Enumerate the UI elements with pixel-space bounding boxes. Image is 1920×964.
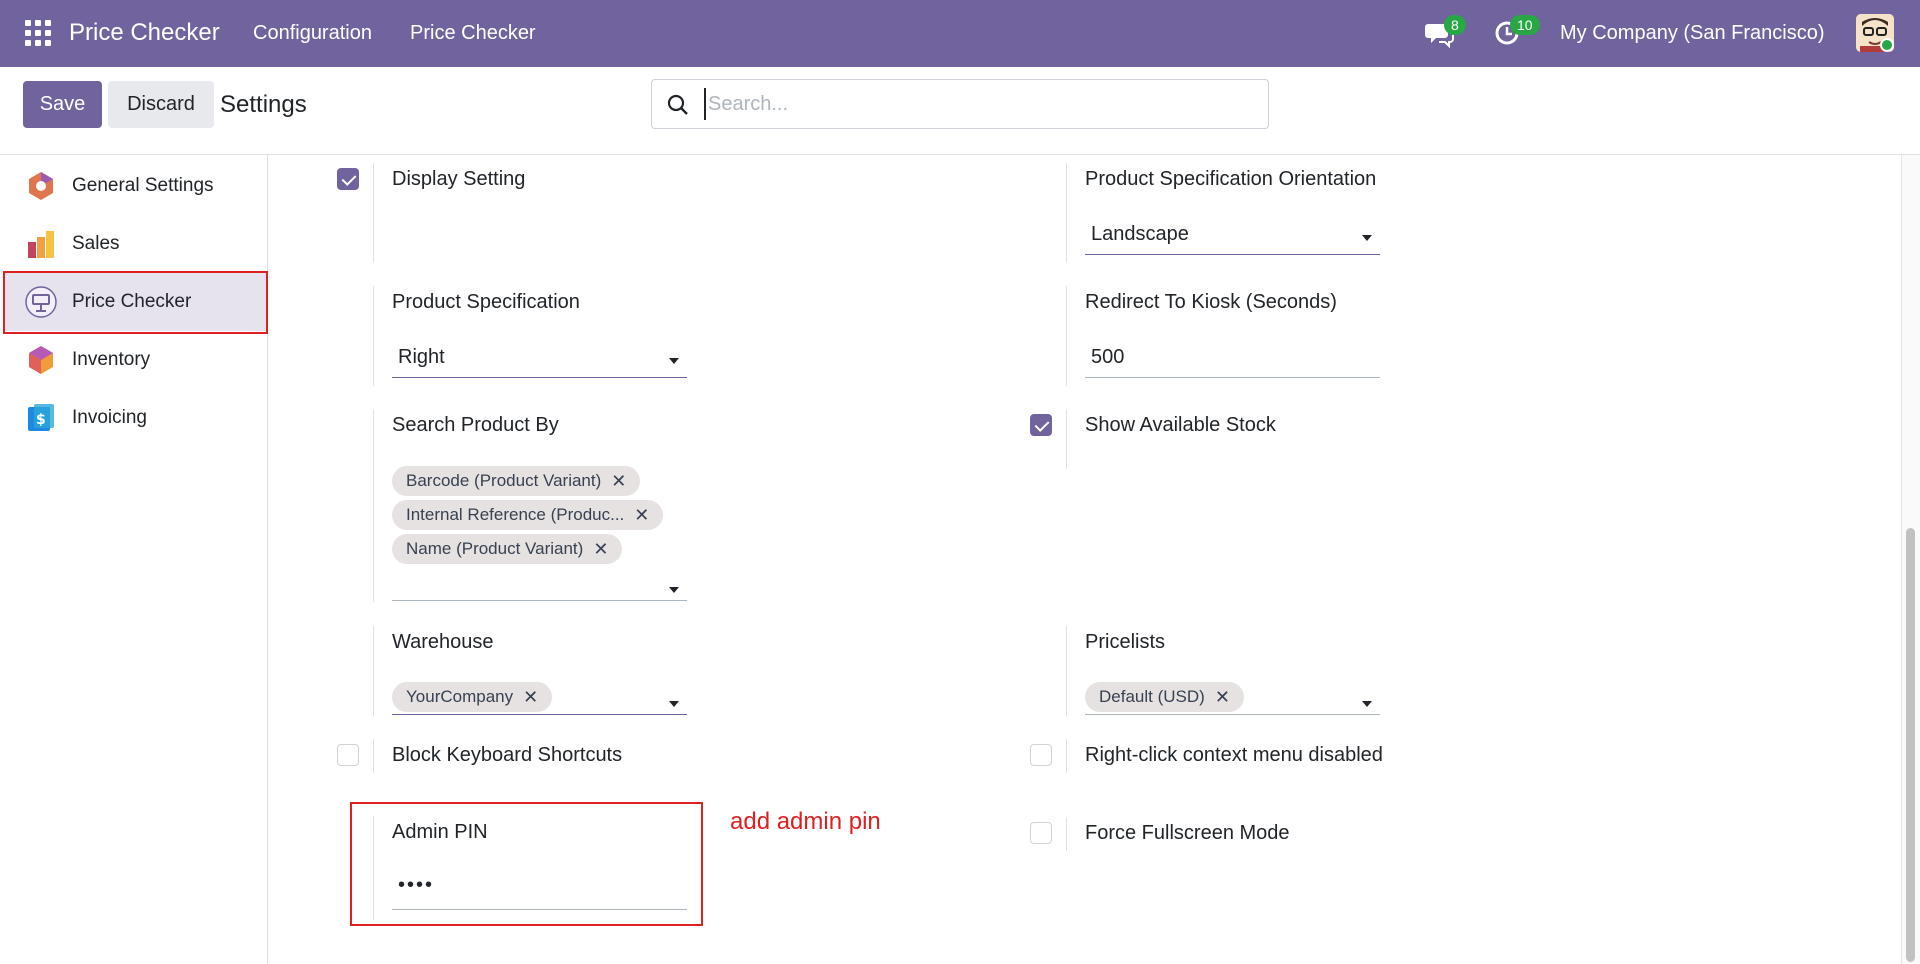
fullscreen-checkbox[interactable] xyxy=(1030,822,1052,844)
discard-button[interactable]: Discard xyxy=(108,81,214,128)
product-spec-value: Right xyxy=(398,346,445,368)
close-icon[interactable]: ✕ xyxy=(634,505,649,526)
chevron-down-icon xyxy=(1362,701,1372,707)
tag-name: Name (Product Variant) ✕ xyxy=(392,534,623,564)
close-icon[interactable]: ✕ xyxy=(523,687,538,708)
tag-label: YourCompany xyxy=(406,687,514,706)
sidebar-item-sales[interactable]: Sales xyxy=(5,215,266,273)
show-stock-label: Show Available Stock xyxy=(1085,414,1276,436)
search-box[interactable] xyxy=(651,79,1269,129)
save-button[interactable]: Save xyxy=(23,81,102,128)
general-settings-icon xyxy=(29,172,53,200)
invoicing-icon: $ xyxy=(28,404,54,431)
tag-label: Internal Reference (Produc... xyxy=(406,505,625,524)
product-spec-select[interactable]: Right xyxy=(392,342,687,378)
redirect-value: 500 xyxy=(1091,346,1125,368)
divider xyxy=(1066,286,1067,386)
orientation-label: Product Specification Orientation xyxy=(1085,168,1377,190)
display-setting-checkbox[interactable] xyxy=(337,168,359,190)
divider xyxy=(373,626,374,716)
right-click-checkbox[interactable] xyxy=(1030,744,1052,766)
search-icon xyxy=(667,94,688,115)
control-panel: Save Discard Settings xyxy=(0,67,1920,155)
orientation-value: Landscape xyxy=(1091,223,1189,245)
divider xyxy=(373,286,374,386)
apps-grid-icon[interactable] xyxy=(25,20,51,46)
admin-pin-highlight-frame xyxy=(350,802,703,926)
sidebar-item-inventory[interactable]: Inventory xyxy=(5,331,266,389)
sidebar-item-label: Sales xyxy=(72,233,120,254)
divider xyxy=(1066,409,1067,469)
block-shortcuts-label: Block Keyboard Shortcuts xyxy=(392,744,623,766)
tag-label: Name (Product Variant) xyxy=(406,539,584,558)
close-icon[interactable]: ✕ xyxy=(1215,687,1230,708)
divider xyxy=(1066,163,1067,263)
search-by-input[interactable] xyxy=(392,565,687,601)
show-stock-checkbox[interactable] xyxy=(1030,414,1052,436)
divider xyxy=(373,739,374,773)
close-icon[interactable]: ✕ xyxy=(611,471,626,492)
divider xyxy=(373,409,374,602)
tag-yourcompany: YourCompany ✕ xyxy=(392,682,553,712)
divider xyxy=(1066,739,1067,773)
product-spec-label: Product Specification xyxy=(392,291,580,313)
orientation-select[interactable]: Landscape xyxy=(1085,219,1380,255)
right-click-label: Right-click context menu disabled xyxy=(1085,744,1383,766)
chevron-down-icon xyxy=(669,701,679,707)
highlight-frame xyxy=(3,271,268,334)
redirect-input[interactable]: 500 xyxy=(1085,342,1380,378)
company-switcher[interactable]: My Company (San Francisco) xyxy=(1560,22,1825,45)
chevron-down-icon xyxy=(669,358,679,364)
scrollbar-thumb[interactable] xyxy=(1906,528,1915,962)
divider xyxy=(373,163,374,263)
divider xyxy=(1066,626,1067,716)
chevron-down-icon xyxy=(669,587,679,593)
sidebar-item-general-settings[interactable]: General Settings xyxy=(5,157,266,215)
tag-label: Default (USD) xyxy=(1099,687,1205,706)
redirect-label: Redirect To Kiosk (Seconds) xyxy=(1085,291,1337,313)
close-icon[interactable]: ✕ xyxy=(593,539,608,560)
sidebar-item-label: Invoicing xyxy=(72,407,147,428)
tag-label: Barcode (Product Variant) xyxy=(406,471,602,490)
online-status-dot xyxy=(1880,38,1894,52)
pricelists-label: Pricelists xyxy=(1085,631,1166,653)
warehouse-label: Warehouse xyxy=(392,631,494,653)
search-by-label: Search Product By xyxy=(392,414,559,436)
sidebar-item-invoicing[interactable]: $ Invoicing xyxy=(5,389,266,447)
tag-barcode: Barcode (Product Variant) ✕ xyxy=(392,466,641,496)
app-brand[interactable]: Price Checker xyxy=(69,19,220,47)
sidebar-item-label: Inventory xyxy=(72,349,151,370)
fullscreen-label: Force Fullscreen Mode xyxy=(1085,822,1290,844)
page-title: Settings xyxy=(220,91,307,118)
activity-count-badge: 10 xyxy=(1510,15,1540,35)
block-shortcuts-checkbox[interactable] xyxy=(337,744,359,766)
search-input[interactable] xyxy=(704,88,1254,120)
display-setting-label: Display Setting xyxy=(392,168,526,190)
tag-internal-reference: Internal Reference (Produc... ✕ xyxy=(392,500,664,530)
menu-configuration[interactable]: Configuration xyxy=(253,22,372,45)
sales-icon xyxy=(28,231,54,258)
chat-count-badge: 8 xyxy=(1444,15,1466,35)
menu-price-checker[interactable]: Price Checker xyxy=(410,22,536,45)
sidebar-item-label: General Settings xyxy=(72,175,214,196)
inventory-icon xyxy=(29,346,53,374)
divider xyxy=(1066,817,1067,851)
chevron-down-icon xyxy=(1362,235,1372,241)
top-navbar: Price Checker Configuration Price Checke… xyxy=(0,0,1920,67)
svg-text:$: $ xyxy=(36,412,46,428)
tag-default-usd: Default (USD) ✕ xyxy=(1085,682,1244,712)
annotation-text: add admin pin xyxy=(730,808,881,835)
